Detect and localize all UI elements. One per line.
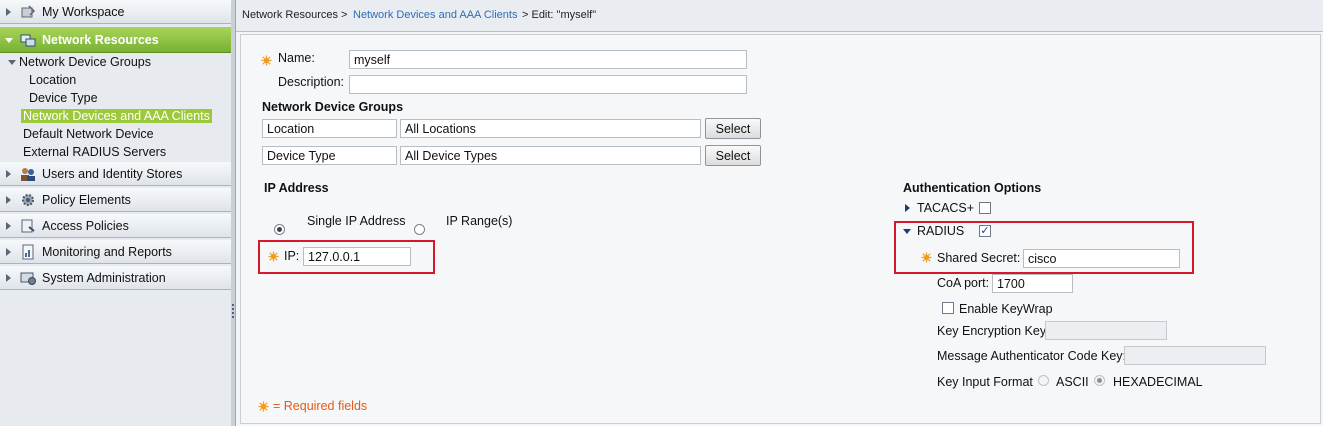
tree-item-external-radius-servers[interactable]: External RADIUS Servers: [23, 145, 166, 159]
ip-label: IP:: [284, 249, 300, 263]
network-icon: [20, 34, 36, 47]
expand-arrow-icon: [6, 248, 11, 256]
select-location-button[interactable]: Select: [705, 118, 761, 139]
ip-range-label: IP Range(s): [446, 214, 513, 228]
key-encryption-key-field[interactable]: [1045, 321, 1167, 340]
required-star-icon: [261, 55, 272, 66]
collapse-arrow-icon: [5, 38, 13, 43]
name-label: Name:: [278, 51, 315, 65]
hexadecimal-label: HEXADECIMAL: [1113, 375, 1203, 389]
ip-range-radio[interactable]: [414, 224, 425, 235]
ndg-device-type-value-field[interactable]: [400, 146, 701, 165]
radius-collapse-icon[interactable]: [903, 229, 911, 234]
single-ip-radio[interactable]: [274, 224, 285, 235]
users-icon: [21, 168, 35, 181]
message-authenticator-code-key-label: Message Authenticator Code Key:: [937, 349, 1127, 363]
splitter-grip-dot: [232, 304, 234, 306]
select-device-type-button[interactable]: Select: [705, 145, 761, 166]
expand-arrow-icon: [6, 8, 11, 16]
main-panel: Network Resources > Network Devices and …: [236, 0, 1323, 426]
drawer-my-workspace[interactable]: My Workspace: [0, 0, 231, 24]
expand-arrow-icon: [6, 274, 11, 282]
edit-device-form: Name: Description: Network Device Groups…: [240, 34, 1321, 424]
coa-port-field[interactable]: [992, 274, 1073, 293]
ip-address-field[interactable]: [303, 247, 411, 266]
drawer-users-identity-stores[interactable]: Users and Identity Stores: [0, 162, 231, 186]
monitor-icon: [22, 244, 34, 260]
breadcrumb-link-network-devices[interactable]: Network Devices and AAA Clients: [353, 9, 517, 21]
enable-keywrap-checkbox[interactable]: [942, 302, 954, 314]
required-star-icon: [268, 251, 279, 262]
tree-item-default-network-device[interactable]: Default Network Device: [23, 127, 154, 141]
ip-address-title: IP Address: [264, 181, 329, 195]
tacacs-checkbox[interactable]: [979, 202, 991, 214]
drawer-label: Monitoring and Reports: [42, 245, 172, 259]
ascii-label: ASCII: [1056, 375, 1089, 389]
tree-item-network-device-groups[interactable]: Network Device Groups: [8, 55, 151, 69]
radius-checkbox[interactable]: ✓: [979, 225, 991, 237]
breadcrumb-current: > Edit: "myself": [522, 9, 597, 21]
required-star-icon: [258, 401, 269, 412]
drawer-label: Users and Identity Stores: [42, 167, 183, 181]
authentication-options-title: Authentication Options: [903, 181, 1042, 195]
tacacs-label: TACACS+: [917, 201, 975, 215]
drawer-system-administration[interactable]: System Administration: [0, 266, 231, 290]
drawer-label: My Workspace: [42, 5, 125, 19]
drawer-monitoring-reports[interactable]: Monitoring and Reports: [0, 240, 231, 264]
radius-label: RADIUS: [917, 224, 965, 238]
key-input-format-label: Key Input Format: [937, 375, 1033, 389]
drawer-label: System Administration: [42, 271, 166, 285]
key-encryption-key-label: Key Encryption Key:: [937, 324, 1050, 338]
message-authenticator-code-key-field[interactable]: [1124, 346, 1266, 365]
splitter-grip-dot: [232, 308, 234, 310]
drawer-label: Access Policies: [42, 219, 129, 233]
ndg-location-type-field: [262, 119, 397, 138]
drawer-label: Network Resources: [42, 33, 159, 47]
required-fields-note: = Required fields: [273, 399, 368, 413]
navigation-sidebar: My Workspace Network Resources Network D…: [0, 0, 232, 426]
coa-port-label: CoA port:: [937, 276, 990, 290]
network-device-groups-title: Network Device Groups: [262, 100, 404, 114]
policy-icon: [22, 194, 34, 206]
splitter-grip-dot: [232, 316, 234, 318]
ndg-location-value-field[interactable]: [400, 119, 701, 138]
tacacs-expand-icon[interactable]: [905, 204, 910, 212]
drawer-label: Policy Elements: [42, 193, 131, 207]
splitter-grip-dot: [232, 312, 234, 314]
drawer-policy-elements[interactable]: Policy Elements: [0, 188, 231, 212]
shared-secret-field[interactable]: [1023, 249, 1180, 268]
drawer-network-resources[interactable]: Network Resources: [0, 27, 231, 53]
access-icon: [21, 219, 35, 233]
tree-item-location[interactable]: Location: [29, 73, 76, 87]
drawer-access-policies[interactable]: Access Policies: [0, 214, 231, 238]
hexadecimal-radio[interactable]: [1094, 375, 1105, 386]
required-star-icon: [921, 252, 932, 263]
single-ip-label: Single IP Address: [307, 214, 406, 228]
expand-arrow-icon: [6, 170, 11, 178]
description-label: Description:: [278, 75, 344, 89]
tree-item-network-devices-aaa-clients[interactable]: Network Devices and AAA Clients: [21, 109, 212, 123]
workspace-icon: [21, 5, 36, 18]
name-field[interactable]: [349, 50, 747, 69]
shared-secret-label: Shared Secret:: [937, 251, 1021, 265]
ascii-radio[interactable]: [1038, 375, 1049, 386]
tree-item-device-type[interactable]: Device Type: [29, 91, 98, 105]
enable-keywrap-label: Enable KeyWrap: [959, 302, 1053, 316]
ndg-device-type-field: [262, 146, 397, 165]
expand-arrow-icon: [6, 196, 11, 204]
system-icon: [20, 272, 36, 285]
description-field[interactable]: [349, 75, 747, 94]
collapse-arrow-icon: [8, 60, 16, 66]
breadcrumb: Network Resources > Network Devices and …: [236, 0, 1323, 32]
breadcrumb-root: Network Resources >: [242, 9, 348, 21]
expand-arrow-icon: [6, 222, 11, 230]
tree-item-label: Network Device Groups: [19, 55, 151, 69]
